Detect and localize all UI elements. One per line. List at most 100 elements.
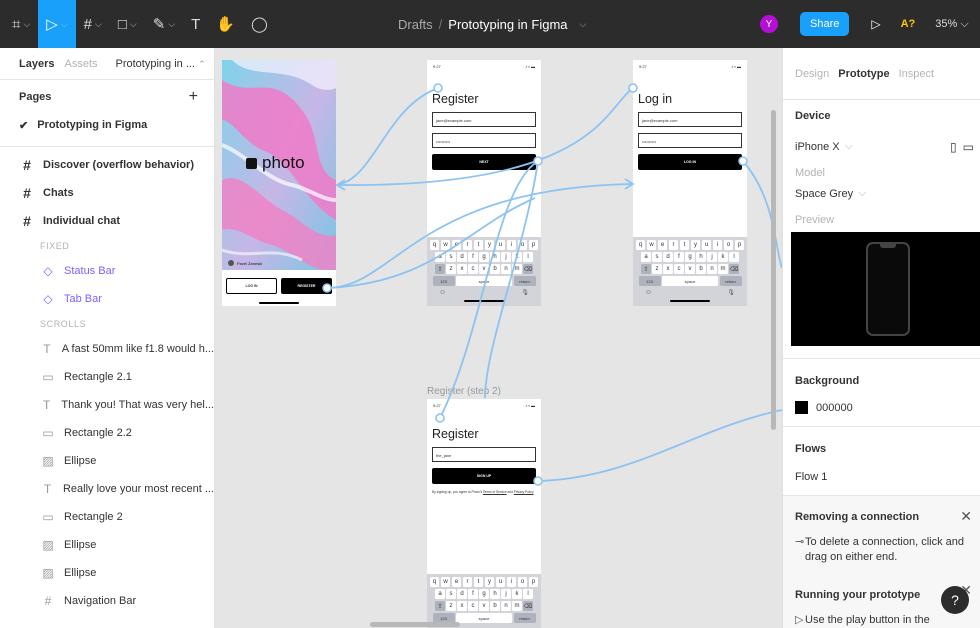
add-page-icon[interactable]: + (189, 88, 198, 106)
comment-tool-button[interactable]: ◯ (243, 0, 276, 48)
canvas-vertical-scrollbar[interactable] (771, 110, 776, 430)
login-submit-button[interactable]: LOG IN (638, 154, 742, 170)
email-field[interactable]: jane@example.com (432, 112, 536, 127)
landscape-icon[interactable]: ▭ (963, 140, 974, 154)
numbers-key[interactable]: 123 (432, 276, 455, 286)
keyboard-key[interactable]: f (674, 252, 684, 262)
keyboard-key[interactable]: q (429, 577, 440, 587)
keyboard-key[interactable]: u (495, 577, 506, 587)
keyboard-key[interactable]: k (512, 252, 522, 262)
chevron-down-icon[interactable]: ⌵ (580, 19, 587, 30)
keyboard-key[interactable]: i (506, 240, 517, 250)
keyboard-key[interactable]: t (473, 577, 484, 587)
canvas[interactable]: photo Pavel Zaneski LOG IN REGISTER 9:27… (215, 48, 782, 628)
keyboard-key[interactable]: w (646, 240, 657, 250)
keyboard-key[interactable]: q (635, 240, 646, 250)
keyboard-key[interactable]: e (451, 240, 462, 250)
keyboard-key[interactable]: t (679, 240, 690, 250)
keyboard-key[interactable]: e (657, 240, 668, 250)
keyboard-key[interactable]: w (440, 577, 451, 587)
device-select[interactable]: iPhone X ⌵ ▯ ▭ (783, 140, 980, 154)
keyboard-key[interactable]: c (468, 601, 478, 611)
folder-name[interactable]: Drafts (398, 17, 433, 32)
keyboard-key[interactable]: g (479, 252, 489, 262)
layer-item[interactable]: ▭ Rectangle 2 (0, 503, 214, 531)
keyboard-key[interactable]: m (512, 264, 522, 274)
return-key[interactable]: return (719, 276, 742, 286)
password-field[interactable]: •••••••••• (432, 133, 536, 148)
keyboard-key[interactable]: z (652, 264, 662, 274)
share-button[interactable]: Share (800, 12, 850, 36)
username-field[interactable]: the_jane (432, 447, 536, 462)
frame-label[interactable]: Register (step 2) (427, 386, 501, 397)
keyboard-key[interactable]: j (501, 589, 511, 599)
user-avatar[interactable]: Y (760, 15, 778, 33)
space-key[interactable]: space (456, 276, 512, 286)
keyboard-key[interactable]: h (490, 589, 500, 599)
keyboard-key[interactable]: r (668, 240, 679, 250)
help-button[interactable]: ? (941, 586, 969, 614)
layer-item[interactable]: ▨ Ellipse (0, 447, 214, 475)
keyboard-key[interactable]: s (446, 252, 456, 262)
background-hex[interactable]: 000000 (816, 402, 853, 414)
keyboard-key[interactable]: b (696, 264, 706, 274)
close-icon[interactable]: ✕ (960, 508, 972, 525)
keyboard-key[interactable]: h (490, 252, 500, 262)
keyboard-key[interactable]: a (435, 589, 445, 599)
keyboard-key[interactable]: f (468, 252, 478, 262)
flow-item[interactable]: Flow 1 (783, 471, 980, 483)
keyboard-key[interactable]: e (451, 577, 462, 587)
keyboard-key[interactable]: z (446, 264, 456, 274)
space-key[interactable]: space (456, 613, 512, 623)
layer-item[interactable]: ◇ Status Bar (0, 257, 214, 285)
keyboard-key[interactable]: n (501, 601, 511, 611)
keyboard-key[interactable]: s (446, 589, 456, 599)
keyboard-key[interactable]: a (435, 252, 445, 262)
pen-tool-button[interactable]: ✎ ⌵ (145, 0, 183, 48)
keyboard-key[interactable]: b (490, 264, 500, 274)
keyboard-key[interactable]: x (457, 264, 467, 274)
layer-item[interactable]: # Discover (overflow behavior) (0, 151, 214, 179)
keyboard-key[interactable]: u (495, 240, 506, 250)
microphone-icon[interactable]: 🎙 (521, 289, 529, 296)
present-play-icon[interactable]: ▷ (871, 17, 880, 31)
tab-design[interactable]: Design (795, 68, 829, 80)
emoji-icon[interactable]: ☺ (439, 289, 446, 296)
keyboard-key[interactable]: d (663, 252, 673, 262)
keyboard-key[interactable]: s (652, 252, 662, 262)
layer-item[interactable]: ▭ Rectangle 2.1 (0, 363, 214, 391)
frame-register-step-2[interactable]: 9:27 ..l ≈ ▬ Register the_jane SIGN UP B… (427, 399, 541, 628)
emoji-icon[interactable]: ☺ (645, 289, 652, 296)
return-key[interactable]: return (513, 276, 536, 286)
keyboard-key[interactable]: r (462, 577, 473, 587)
color-swatch[interactable] (795, 401, 808, 414)
layer-item[interactable]: ▨ Ellipse (0, 559, 214, 587)
document-title[interactable]: Drafts / Prototyping in Figma ⌵ (398, 0, 586, 48)
keyboard-key[interactable]: k (512, 589, 522, 599)
layer-item[interactable]: # Individual chat (0, 207, 214, 235)
layer-item[interactable]: T Really love your most recent ... (0, 475, 214, 503)
keyboard-key[interactable]: ⌫ (523, 264, 533, 274)
layer-item[interactable]: # Chats (0, 179, 214, 207)
model-select[interactable]: Space Grey ⌵ (783, 187, 980, 200)
keyboard-key[interactable]: z (446, 601, 456, 611)
keyboard-key[interactable]: ⇧ (435, 264, 445, 274)
space-key[interactable]: space (662, 276, 718, 286)
canvas-horizontal-scrollbar[interactable] (370, 622, 460, 627)
keyboard-key[interactable]: v (479, 601, 489, 611)
portrait-icon[interactable]: ▯ (950, 140, 957, 154)
keyboard-key[interactable]: j (501, 252, 511, 262)
password-field[interactable]: •••••••••• (638, 133, 742, 148)
tab-inspect[interactable]: Inspect (899, 68, 934, 80)
next-button[interactable]: NEXT (432, 154, 536, 170)
layer-item[interactable]: T A fast 50mm like f1.8 would h... (0, 335, 214, 363)
frame-welcome[interactable]: photo Pavel Zaneski LOG IN REGISTER (222, 60, 336, 306)
keyboard-key[interactable]: l (523, 589, 533, 599)
keyboard-key[interactable]: c (674, 264, 684, 274)
keyboard-key[interactable]: y (484, 240, 495, 250)
keyboard-key[interactable]: ⌫ (729, 264, 739, 274)
layer-item[interactable]: # Navigation Bar (0, 587, 214, 615)
keyboard-key[interactable]: t (473, 240, 484, 250)
frame-login[interactable]: 9:27 ..l ≈ ▬ Log in jane@example.com •••… (633, 60, 747, 306)
keyboard-key[interactable]: y (484, 577, 495, 587)
